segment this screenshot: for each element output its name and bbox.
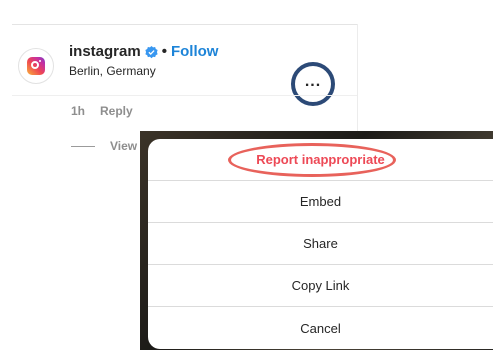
more-options-button[interactable]: ... (291, 62, 335, 106)
menu-item-copy-link[interactable]: Copy Link (148, 265, 493, 307)
view-replies-line (71, 145, 95, 147)
location-link[interactable]: Berlin, Germany (69, 64, 156, 78)
separator-dot: • (161, 43, 167, 60)
more-options-icon: ... (304, 73, 322, 90)
timestamp: 1h (71, 104, 86, 118)
follow-button[interactable]: Follow (171, 43, 219, 61)
verified-badge-icon (145, 45, 158, 58)
comment-meta: 1h Reply (71, 104, 133, 118)
divider (12, 95, 357, 96)
username-link[interactable]: instagram (69, 43, 141, 61)
view-replies[interactable]: View (71, 139, 137, 153)
menu-item-report-inappropriate[interactable]: Report inappropriate (148, 139, 493, 181)
menu-item-cancel[interactable]: Cancel (148, 307, 493, 349)
menu-item-embed[interactable]: Embed (148, 181, 493, 223)
menu-item-share[interactable]: Share (148, 223, 493, 265)
reply-button[interactable]: Reply (100, 104, 133, 118)
options-menu: Report inappropriate Embed Share Copy Li… (148, 139, 493, 349)
post-header: instagram • Follow Berlin, Germany ... (0, 25, 357, 106)
avatar[interactable] (18, 48, 54, 84)
user-line: instagram • Follow (69, 43, 218, 61)
view-replies-label: View (110, 139, 138, 153)
instagram-logo-icon (27, 57, 45, 75)
